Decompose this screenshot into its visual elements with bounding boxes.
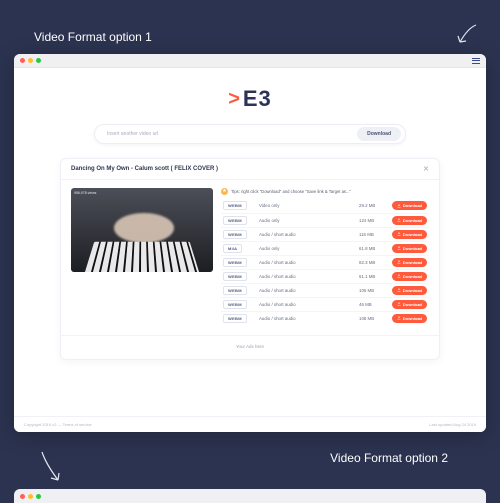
footer-right: Last updated Aug 24 2019 xyxy=(429,422,476,427)
row-download-button[interactable]: Download xyxy=(392,300,427,309)
format-badge: WEBM xyxy=(223,286,247,295)
page-footer: Copyright 2019 c2 — Terms of service Las… xyxy=(14,416,486,432)
close-icon[interactable]: ✕ xyxy=(423,165,429,173)
format-size: 124 MB xyxy=(357,213,385,227)
download-button[interactable]: Download xyxy=(357,127,401,141)
format-size: 29.2 MB xyxy=(357,199,385,213)
format-badge: WEBM xyxy=(223,300,247,309)
row-download-button[interactable]: Download xyxy=(392,230,427,239)
window-close-icon[interactable] xyxy=(20,58,25,63)
video-title: Dancing On My Own - Calum scott ( FELIX … xyxy=(71,166,218,172)
window-minimize-icon[interactable] xyxy=(28,58,33,63)
format-size: 61.8 MB xyxy=(357,241,385,255)
brand-logo: > E3 xyxy=(54,86,446,112)
format-row: WEBM Audio / short audio82.3 MB Download xyxy=(221,255,429,269)
format-label: Audio / short audio xyxy=(257,311,357,325)
format-label: Audio / short audio xyxy=(257,283,357,297)
format-label: Audio / short audio xyxy=(257,227,357,241)
format-row: WEBM Audio / short audio61.1 MB Download xyxy=(221,269,429,283)
result-card: Dancing On My Own - Calum scott ( FELIX … xyxy=(60,158,440,360)
format-size: 61.1 MB xyxy=(357,269,385,283)
row-download-button[interactable]: Download xyxy=(392,216,427,225)
download-icon xyxy=(397,302,401,306)
format-label: Video only xyxy=(257,199,357,213)
app-window-2 xyxy=(14,489,486,503)
download-icon xyxy=(397,274,401,278)
format-size: 116 MB xyxy=(357,227,385,241)
format-size: 105 MB xyxy=(357,283,385,297)
footer-left: Copyright 2019 c2 — Terms of service xyxy=(24,422,92,427)
format-row: WEBM Audio / short audio46 MB Download xyxy=(221,297,429,311)
download-icon xyxy=(397,204,401,208)
arrow-icon xyxy=(454,22,480,48)
lightbulb-icon: ★ xyxy=(221,188,228,195)
window-minimize-icon[interactable] xyxy=(28,494,33,499)
format-badge: M4A xyxy=(223,244,242,253)
format-label: Audio / short audio xyxy=(257,297,357,311)
format-row: WEBM Video only29.2 MB Download xyxy=(221,199,429,213)
row-download-button[interactable]: Download xyxy=(392,258,427,267)
caption-option-1: Video Format option 1 xyxy=(34,30,152,44)
tip-line: ★ Tips: right click "Download" and choos… xyxy=(221,188,429,195)
format-badge: WEBM xyxy=(223,230,247,239)
format-size: 108 MB xyxy=(357,311,385,325)
video-thumbnail[interactable]: 956,978 views xyxy=(71,188,213,272)
format-size: 82.3 MB xyxy=(357,255,385,269)
download-icon xyxy=(397,246,401,250)
logo-chevron-icon: > xyxy=(228,88,241,111)
download-icon xyxy=(397,232,401,236)
format-badge: WEBM xyxy=(223,201,247,210)
row-download-button[interactable]: Download xyxy=(392,244,427,253)
url-input[interactable] xyxy=(107,131,351,137)
download-icon xyxy=(397,218,401,222)
window-zoom-icon[interactable] xyxy=(36,58,41,63)
window-titlebar xyxy=(14,54,486,68)
format-label: Audio only xyxy=(257,213,357,227)
row-download-button[interactable]: Download xyxy=(392,201,427,210)
format-size: 46 MB xyxy=(357,297,385,311)
format-badge: WEBM xyxy=(223,258,247,267)
format-badge: WEBM xyxy=(223,314,247,323)
format-row: M4A Audio only61.8 MB Download xyxy=(221,241,429,255)
format-label: Audio only xyxy=(257,241,357,255)
url-searchbar: Download xyxy=(94,124,406,144)
window-close-icon[interactable] xyxy=(20,494,25,499)
formats-table: WEBM Video only29.2 MB Download WEBM Audio o… xyxy=(221,199,429,325)
download-icon xyxy=(397,288,401,292)
format-badge: WEBM xyxy=(223,216,247,225)
view-count: 956,978 views xyxy=(74,191,96,195)
arrow-icon xyxy=(36,450,66,484)
format-row: WEBM Audio only124 MB Download xyxy=(221,213,429,227)
caption-option-2: Video Format option 2 xyxy=(330,451,448,465)
download-icon xyxy=(397,260,401,264)
format-label: Audio / short audio xyxy=(257,269,357,283)
format-row: WEBM Audio / short audio116 MB Download xyxy=(221,227,429,241)
hamburger-icon[interactable] xyxy=(472,58,480,64)
format-row: WEBM Audio / short audio105 MB Download xyxy=(221,283,429,297)
download-icon xyxy=(397,316,401,320)
row-download-button[interactable]: Download xyxy=(392,286,427,295)
row-download-button[interactable]: Download xyxy=(392,314,427,323)
window-zoom-icon[interactable] xyxy=(36,494,41,499)
ads-slot: Your Ads here xyxy=(61,335,439,359)
format-badge: WEBM xyxy=(223,272,247,281)
row-download-button[interactable]: Download xyxy=(392,272,427,281)
tip-text: Tips: right click "Download" and choose … xyxy=(231,189,351,194)
format-row: WEBM Audio / short audio108 MB Download xyxy=(221,311,429,325)
app-window: > E3 Download Dancing On My Own - Calum … xyxy=(14,54,486,432)
logo-text: E3 xyxy=(243,86,272,112)
format-label: Audio / short audio xyxy=(257,255,357,269)
